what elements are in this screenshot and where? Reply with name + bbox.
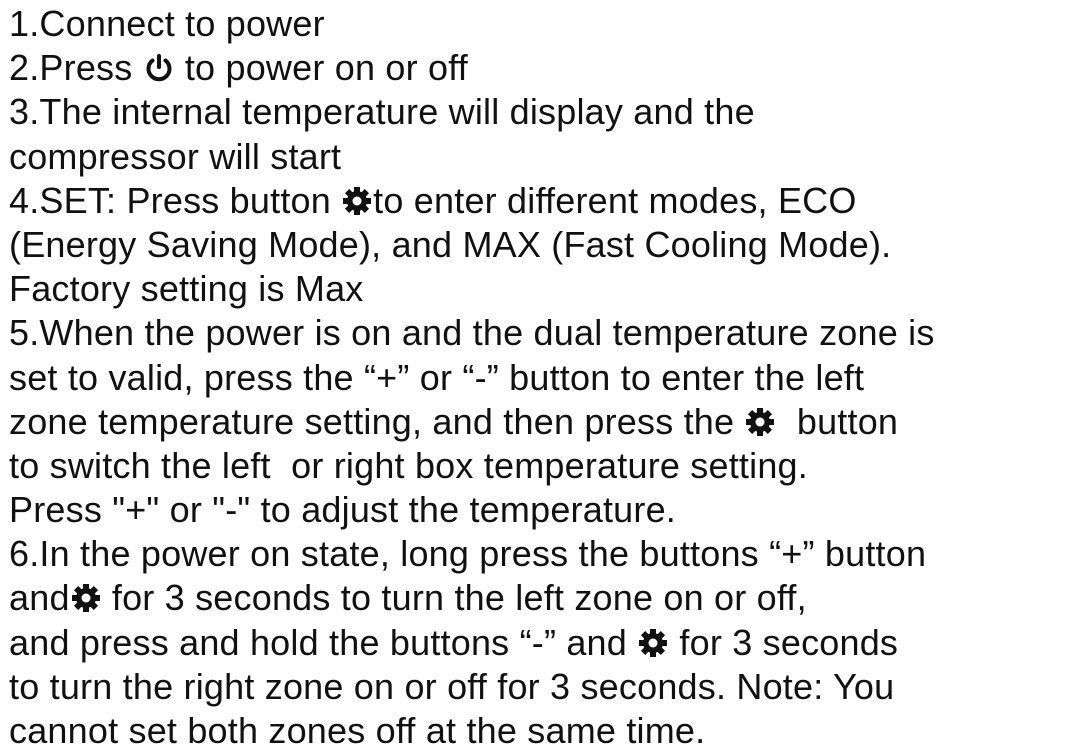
gear-icon — [744, 406, 776, 438]
step-4-line-cont: (Energy Saving Mode), and MAX (Fast Cool… — [9, 223, 892, 265]
step-4-text-after: to enter different modes, ECO — [373, 179, 857, 221]
step-5-line-cont3: to switch the left or right box temperat… — [9, 444, 808, 486]
step-4-line-factory: Factory setting is Max — [9, 268, 364, 310]
step-6-line-cont2: and press and hold the buttons “-” and f… — [9, 621, 1077, 665]
step-5-line: 5.When the power is on and the dual temp… — [9, 312, 935, 354]
step-2-text-after: to power on or off — [174, 47, 468, 89]
step-6-text-after2: for 3 seconds — [669, 621, 899, 663]
instruction-text: 1.Connect to power 2.Press to power on o… — [9, 2, 1077, 753]
step-2-line: 2.Press to power on or off — [9, 46, 1077, 90]
step-6-line-cont4: cannot set both zones off at the same ti… — [9, 710, 706, 751]
gear-icon — [637, 627, 669, 659]
step-5-line-cont4: Press "+" or "-" to adjust the temperatu… — [9, 489, 677, 531]
gear-icon — [341, 185, 373, 217]
step-4-text-before: 4.SET: Press button — [9, 179, 342, 221]
step-6-text-and: and — [9, 577, 70, 619]
step-5-text-after: button — [776, 400, 899, 442]
step-3-line-cont: compressor will start — [9, 135, 342, 177]
step-5-text-before: zone temperature setting, and then press… — [9, 400, 745, 442]
step-3-line: 3.The internal temperature will display … — [9, 91, 755, 133]
step-6-text-before2: and press and hold the buttons “-” and — [9, 621, 638, 663]
step-2-text-before: 2.Press — [9, 47, 143, 89]
step-4-line: 4.SET: Press button to enter different m… — [9, 179, 1077, 223]
step-1-line: 1.Connect to power — [9, 3, 325, 44]
power-icon — [143, 52, 175, 84]
step-6-line-cont1: and for 3 seconds to turn the left zone … — [9, 576, 1077, 620]
step-6-line-cont3: to turn the right zone on or off for 3 s… — [9, 665, 895, 707]
gear-icon — [70, 582, 102, 614]
step-6-text-after: for 3 seconds to turn the left zone on o… — [101, 577, 807, 619]
step-5-line-cont2: zone temperature setting, and then press… — [9, 400, 1077, 444]
step-6-line: 6.In the power on state, long press the … — [9, 533, 927, 575]
step-5-line-cont1: set to valid, press the “+” or “-” butto… — [9, 356, 865, 398]
